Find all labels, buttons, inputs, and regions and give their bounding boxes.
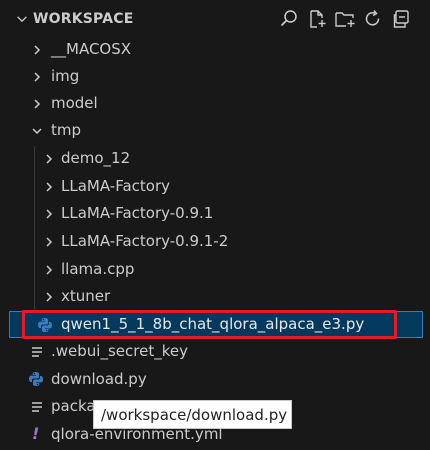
chevron-right-icon (46, 237, 53, 247)
explorer-toolbar (278, 8, 412, 30)
yaml-file-icon: ! (32, 424, 40, 443)
tree-item-label: packa (51, 397, 96, 415)
tree-item-llama-factory-091-2[interactable]: LLaMA-Factory-0.9.1-2 (0, 228, 430, 255)
tree-item-llama-cpp[interactable]: llama.cpp (0, 256, 430, 283)
collapse-all-icon[interactable] (390, 8, 412, 30)
refresh-icon[interactable] (362, 8, 384, 30)
chevron-right-icon (46, 209, 53, 219)
explorer-header[interactable]: WORKSPACE (0, 0, 430, 38)
hover-tooltip: /workspace/download.py (93, 400, 292, 429)
tree-item-demo-12[interactable]: demo_12 (0, 145, 430, 172)
chevron-right-icon (34, 45, 41, 55)
tree-item-model[interactable]: model (0, 90, 430, 117)
workspace-title[interactable]: WORKSPACE (33, 11, 134, 27)
tree-item-label: LLaMA-Factory (61, 177, 170, 195)
chevron-right-icon (46, 292, 53, 302)
tree-item-label: download.py (51, 370, 147, 388)
tree-item-label: demo_12 (61, 149, 131, 167)
text-file-icon (31, 345, 45, 359)
explorer-panel: WORKSPACE __MACOSX img model tmp demo_12… (0, 0, 430, 450)
chevron-right-icon (34, 72, 41, 82)
chevron-right-icon (46, 265, 53, 275)
tree-item-img[interactable]: img (0, 63, 430, 90)
chevron-down-icon (32, 128, 42, 135)
text-file-icon (31, 400, 45, 414)
tree-item-label: qwen1_5_1_8b_chat_qlora_alpaca_e3.py (61, 315, 365, 333)
chevron-right-icon (46, 182, 53, 192)
tree-item-label: img (51, 67, 80, 85)
chevron-right-icon (34, 99, 41, 109)
chevron-right-icon (46, 154, 53, 164)
tree-item-label: model (51, 94, 98, 112)
tree-item-label: LLaMA-Factory-0.9.1-2 (61, 232, 229, 250)
chevron-down-icon[interactable] (15, 12, 29, 26)
tree-item-label: tmp (51, 121, 82, 139)
new-folder-icon[interactable] (334, 8, 356, 30)
tree-item-download-py[interactable]: download.py (0, 366, 430, 393)
tree-item-label: __MACOSX (51, 40, 132, 58)
new-file-icon[interactable] (306, 8, 328, 30)
tree-item-label: .webui_secret_key (51, 342, 188, 360)
python-file-icon (37, 317, 53, 333)
tree-item-qwen-file[interactable]: qwen1_5_1_8b_chat_qlora_alpaca_e3.py (9, 311, 423, 338)
search-icon[interactable] (278, 8, 300, 30)
tree-item-label: llama.cpp (61, 260, 135, 278)
tree-item-webui-secret-key[interactable]: .webui_secret_key (0, 338, 430, 365)
tree-item-xtuner[interactable]: xtuner (0, 283, 430, 310)
tree-item-label: xtuner (61, 287, 111, 305)
tree-item-macosx[interactable]: __MACOSX (0, 36, 430, 63)
python-file-icon (28, 371, 44, 387)
tree-item-label: LLaMA-Factory-0.9.1 (61, 204, 214, 222)
tree-item-tmp[interactable]: tmp (0, 117, 430, 144)
tree-item-llama-factory-091[interactable]: LLaMA-Factory-0.9.1 (0, 200, 430, 227)
tree-item-llama-factory[interactable]: LLaMA-Factory (0, 173, 430, 200)
